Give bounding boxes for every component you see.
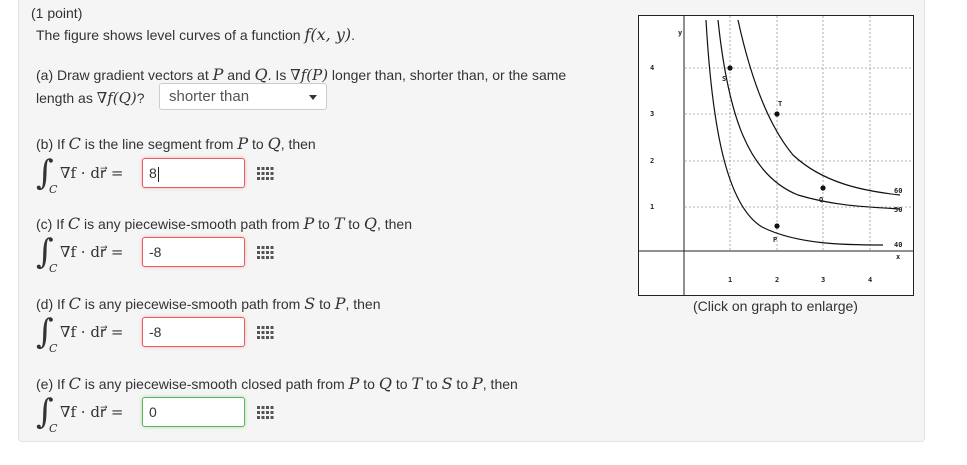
point-label-s: S — [722, 75, 726, 83]
point-p-marker — [774, 223, 780, 229]
part-e-question: (e) If C is any piecewise-smooth closed … — [36, 374, 518, 393]
x-tick-label: 3 — [821, 276, 825, 284]
point-s-marker — [727, 65, 733, 71]
point-q-marker — [820, 185, 826, 191]
equation-editor-icon[interactable] — [257, 246, 274, 259]
point-label-q: Q — [819, 196, 823, 204]
points-label: (1 point) — [31, 5, 83, 21]
curve-label: 50 — [894, 206, 902, 214]
point-label-t: T — [778, 100, 782, 108]
part-e-answer-input[interactable]: 0 — [142, 397, 245, 427]
y-tick-label: 4 — [650, 64, 654, 72]
intro-text: The figure shows level curves of a funct… — [36, 25, 355, 44]
point-label-p: P — [773, 236, 777, 244]
level-curves-graph[interactable]: y x 1 2 3 4 1 2 3 4 60 50 40 S T Q P — [638, 15, 914, 296]
x-tick-label: 2 — [775, 276, 779, 284]
y-tick-label: 3 — [650, 110, 654, 118]
equation-editor-icon[interactable] — [257, 167, 274, 180]
y-tick-label: 2 — [650, 157, 654, 165]
x-tick-label: 1 — [728, 276, 732, 284]
x-tick-label: 4 — [868, 276, 872, 284]
part-d-answer-input[interactable]: -8 — [142, 317, 245, 347]
equation-editor-icon[interactable] — [257, 406, 274, 419]
part-b-question: (b) If C is the line segment from P to Q… — [36, 134, 316, 153]
part-a-answer-select[interactable]: shorter than — [159, 83, 327, 110]
part-c-question: (c) If C is any piecewise-smooth path fr… — [36, 214, 412, 233]
chevron-down-icon — [309, 95, 317, 100]
part-b-answer-input[interactable]: 8 — [142, 158, 245, 188]
y-tick-label: 1 — [650, 203, 654, 211]
curve-label: 60 — [894, 187, 902, 195]
graph-frame — [638, 15, 914, 296]
part-c-answer-input[interactable]: -8 — [142, 237, 245, 267]
curve-label: 40 — [894, 241, 902, 249]
graph-caption[interactable]: (Click on graph to enlarge) — [693, 298, 858, 314]
point-t-marker — [774, 111, 780, 117]
part-a-question-line2: length as ∇f(Q)? — [36, 89, 145, 107]
text-cursor — [157, 166, 159, 182]
part-d-question: (d) If C is any piecewise-smooth path fr… — [36, 294, 381, 313]
part-a-question: (a) Draw gradient vectors at P and Q. Is… — [36, 65, 567, 84]
equation-editor-icon[interactable] — [257, 326, 274, 339]
